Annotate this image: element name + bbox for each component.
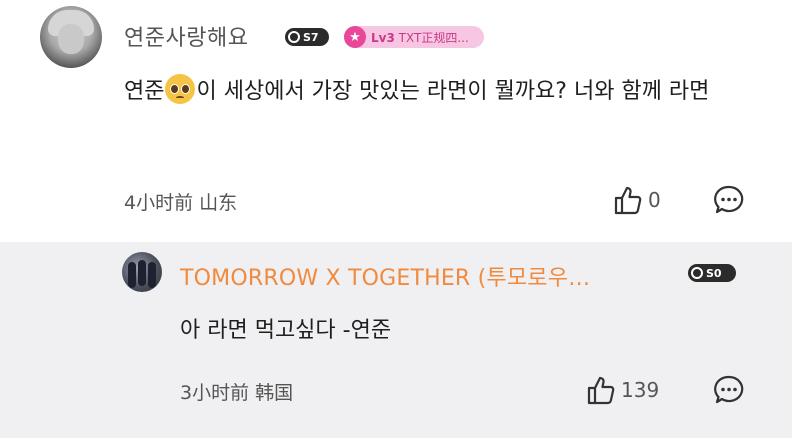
reply-like-button[interactable]: 139	[585, 374, 659, 406]
pleading-face-icon	[165, 74, 196, 104]
reply-level-badge-text: S0	[706, 266, 722, 280]
level-badge-text: S7	[303, 30, 319, 44]
speech-bubble-icon	[714, 185, 744, 214]
avatar[interactable]	[40, 6, 102, 68]
badge-circle-icon	[288, 31, 300, 43]
reply-reply-button[interactable]	[713, 374, 745, 410]
reply-level-badge: S0	[688, 264, 736, 282]
comment-text-part: 이 세상에서 가장 맛있는 라면이 뭘까요? 너와 함께 라면	[196, 79, 710, 104]
reply-like-count: 139	[621, 378, 660, 402]
member-level-badge[interactable]: ★ Lv3 TXT正规四...	[344, 26, 484, 48]
like-button[interactable]: 0	[612, 184, 661, 216]
speech-bubble-icon	[714, 375, 744, 404]
comment-meta: 4小时前 山东	[124, 192, 238, 214]
comment-card: 연준사랑해요 S7 ★ Lv3 TXT正规四... 연준 이 세상에서 가장 맛있…	[0, 0, 792, 242]
reply-meta: 3小时前 韩国	[180, 382, 294, 404]
comment-body: 연준 이 세상에서 가장 맛있는 라면이 뭘까요? 너와 함께 라면	[124, 72, 730, 112]
like-count: 0	[648, 188, 661, 212]
comment-username[interactable]: 연준사랑해요	[124, 20, 248, 52]
thumbs-up-icon	[587, 376, 615, 405]
level-badge: S7	[285, 28, 329, 46]
comment-text-part: 연준	[124, 79, 165, 104]
member-badge-text: TXT正规四...	[398, 30, 469, 45]
thumbs-up-icon	[614, 186, 642, 215]
star-icon: ★	[344, 26, 366, 48]
badge-circle-icon	[691, 267, 703, 279]
reply-username[interactable]: TOMORROW X TOGETHER (투모로우…	[180, 260, 590, 292]
member-level-text: Lv3	[371, 30, 395, 45]
reply-body: 아 라면 먹고싶다 -연준	[180, 318, 392, 343]
reply-button[interactable]	[713, 184, 745, 220]
reply-avatar[interactable]	[122, 252, 162, 292]
